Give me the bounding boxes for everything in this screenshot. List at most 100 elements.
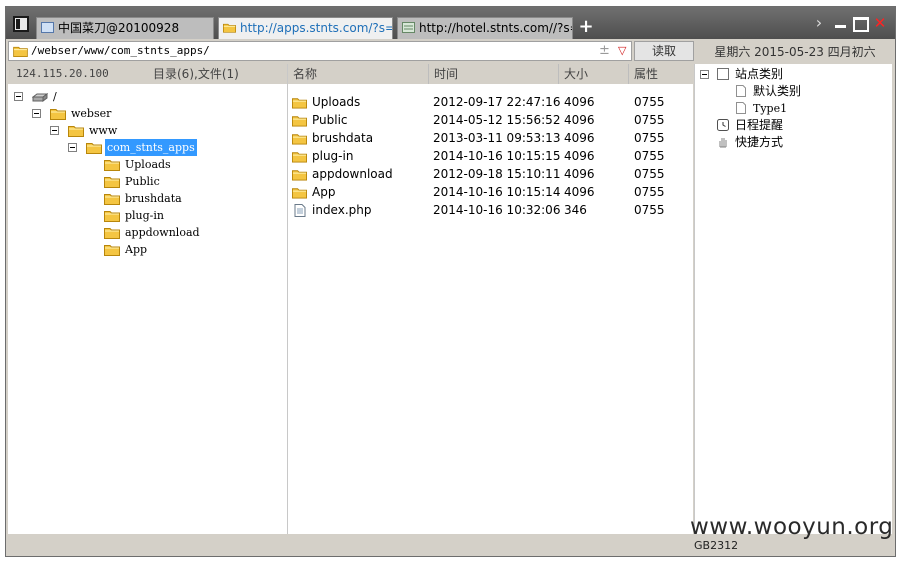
hand-icon bbox=[719, 138, 727, 148]
file-size: 346 bbox=[564, 203, 587, 217]
new-tab-button[interactable]: + bbox=[578, 17, 594, 37]
tree-node-label: com_stnts_apps bbox=[105, 139, 197, 156]
file-name: index.php bbox=[312, 203, 372, 217]
table-row[interactable]: Uploads 2012-09-17 22:47:16 4096 0755 bbox=[288, 93, 693, 111]
column-header-attr[interactable]: 属性 bbox=[629, 64, 693, 84]
file-name: brushdata bbox=[312, 131, 374, 145]
column-header-time[interactable]: 时间 bbox=[429, 64, 559, 84]
tree-header: 124.115.20.100 目录(6),文件(1) bbox=[8, 64, 287, 84]
tab-label: http://hotel.stnts.com//?s=/a... bbox=[419, 21, 572, 35]
file-size: 4096 bbox=[564, 95, 595, 109]
file-name: appdownload bbox=[312, 167, 393, 181]
app-window: 中国菜刀@20100928 http://apps.stnts.com/?s=/… bbox=[5, 6, 896, 557]
collapse-icon[interactable] bbox=[700, 70, 709, 79]
drive-icon bbox=[32, 93, 48, 102]
file-attr: 0755 bbox=[634, 203, 665, 217]
tree-node-label: plug-in bbox=[125, 209, 165, 222]
read-button[interactable]: 读取 bbox=[634, 41, 694, 61]
server-ip: 124.115.20.100 bbox=[16, 67, 109, 80]
file-icon bbox=[294, 204, 306, 217]
folder-icon bbox=[104, 209, 120, 222]
close-button[interactable]: ✕ bbox=[872, 15, 888, 31]
dir-file-count: 目录(6),文件(1) bbox=[153, 67, 239, 81]
address-bar: /webser/www/com_stnts_apps/ ± ▽ 读取 星期六 2… bbox=[6, 39, 895, 63]
file-size: 4096 bbox=[564, 185, 595, 199]
tree-node-label: / bbox=[53, 90, 57, 103]
file-time: 2014-10-16 10:15:14 bbox=[433, 185, 561, 199]
collapse-icon[interactable] bbox=[68, 143, 77, 152]
document-icon bbox=[736, 85, 746, 97]
collapse-icon[interactable] bbox=[50, 126, 59, 135]
folder-icon bbox=[292, 132, 307, 145]
category-icon bbox=[717, 68, 729, 80]
database-icon bbox=[402, 22, 415, 33]
table-row[interactable]: plug-in 2014-10-16 10:15:15 4096 0755 bbox=[288, 147, 693, 165]
file-time: 2013-03-11 09:53:13 bbox=[433, 131, 561, 145]
file-attr: 0755 bbox=[634, 113, 665, 127]
file-attr: 0755 bbox=[634, 131, 665, 145]
date-display: 星期六 2015-05-23 四月初六 bbox=[714, 45, 876, 59]
file-list-header: 名称 时间 大小 属性 bbox=[288, 64, 693, 84]
file-size: 4096 bbox=[564, 113, 595, 127]
file-size: 4096 bbox=[564, 131, 595, 145]
table-row[interactable]: appdownload 2012-09-18 15:10:11 4096 075… bbox=[288, 165, 693, 183]
watermark: www.wooyun.org bbox=[690, 514, 894, 540]
folder-icon bbox=[50, 107, 66, 120]
folder-icon bbox=[292, 168, 307, 181]
tree-node-label: 站点类别 bbox=[735, 67, 784, 81]
folder-icon bbox=[292, 150, 307, 163]
table-row[interactable]: Public 2014-05-12 15:56:52 4096 0755 bbox=[288, 111, 693, 129]
tree-node-label: App bbox=[125, 243, 148, 256]
tree-node-label: webser bbox=[71, 107, 112, 120]
tree-node-label: brushdata bbox=[125, 192, 182, 205]
directory-tree-panel: 124.115.20.100 目录(6),文件(1) / webser www bbox=[8, 64, 288, 534]
encoding-label: GB2312 bbox=[694, 539, 739, 552]
folder-icon bbox=[104, 226, 120, 239]
file-attr: 0755 bbox=[634, 95, 665, 109]
file-name: App bbox=[312, 185, 336, 199]
tree-node-label: Public bbox=[125, 175, 160, 188]
clock-icon bbox=[717, 119, 729, 131]
file-list-panel: 名称 时间 大小 属性 Uploads 2012-09-17 22:47:16 … bbox=[288, 64, 693, 534]
folder-icon bbox=[68, 124, 84, 137]
chevron-down-icon[interactable]: ▽ bbox=[618, 42, 626, 60]
tab-hotel-stnts[interactable]: http://hotel.stnts.com//?s=/a... bbox=[397, 17, 573, 39]
tab-label: http://apps.stnts.com/?s=/ab... bbox=[240, 21, 392, 35]
tree-node-label: 默认类别 bbox=[753, 84, 802, 98]
file-size: 4096 bbox=[564, 167, 595, 181]
folder-icon bbox=[104, 192, 120, 205]
file-time: 2014-05-12 15:56:52 bbox=[433, 113, 561, 127]
side-tree-panel: 站点类别 默认类别 Type1 日程提醒 快捷方式 bbox=[694, 64, 892, 534]
scroll-tabs-button[interactable]: › bbox=[811, 15, 827, 31]
table-row[interactable]: index.php 2014-10-16 10:32:06 346 0755 bbox=[288, 201, 693, 219]
collapse-icon[interactable] bbox=[14, 92, 23, 101]
column-header-size[interactable]: 大小 bbox=[559, 64, 629, 84]
tree-node-label: www bbox=[89, 124, 118, 137]
table-row[interactable]: App 2014-10-16 10:15:14 4096 0755 bbox=[288, 183, 693, 201]
minimize-button[interactable] bbox=[833, 15, 849, 31]
file-size: 4096 bbox=[564, 149, 595, 163]
tree-node-label: 快捷方式 bbox=[735, 135, 784, 149]
file-time: 2014-10-16 10:15:15 bbox=[433, 149, 561, 163]
path-value: /webser/www/com_stnts_apps/ bbox=[31, 44, 210, 57]
title-bar: 中国菜刀@20100928 http://apps.stnts.com/?s=/… bbox=[6, 7, 895, 39]
column-header-name[interactable]: 名称 bbox=[288, 64, 429, 84]
tab-home[interactable]: 中国菜刀@20100928 bbox=[36, 17, 214, 39]
table-row[interactable]: brushdata 2013-03-11 09:53:13 4096 0755 bbox=[288, 129, 693, 147]
window-icon bbox=[41, 22, 54, 33]
file-attr: 0755 bbox=[634, 185, 665, 199]
collapse-icon[interactable] bbox=[32, 109, 41, 118]
folder-icon bbox=[292, 186, 307, 199]
maximize-button[interactable] bbox=[852, 15, 869, 32]
folder-icon bbox=[86, 141, 102, 154]
app-menu-icon[interactable] bbox=[13, 16, 29, 32]
tab-label: 中国菜刀@20100928 bbox=[58, 21, 180, 35]
tab-apps-stnts[interactable]: http://apps.stnts.com/?s=/ab... bbox=[218, 17, 393, 39]
tree-node-label: 日程提醒 bbox=[735, 118, 784, 132]
folder-icon bbox=[104, 243, 120, 256]
path-input[interactable]: /webser/www/com_stnts_apps/ ± ▽ bbox=[8, 41, 632, 61]
bookmark-add-icon[interactable]: ± bbox=[599, 42, 610, 60]
file-name: plug-in bbox=[312, 149, 354, 163]
file-attr: 0755 bbox=[634, 149, 665, 163]
folder-icon bbox=[104, 175, 120, 188]
